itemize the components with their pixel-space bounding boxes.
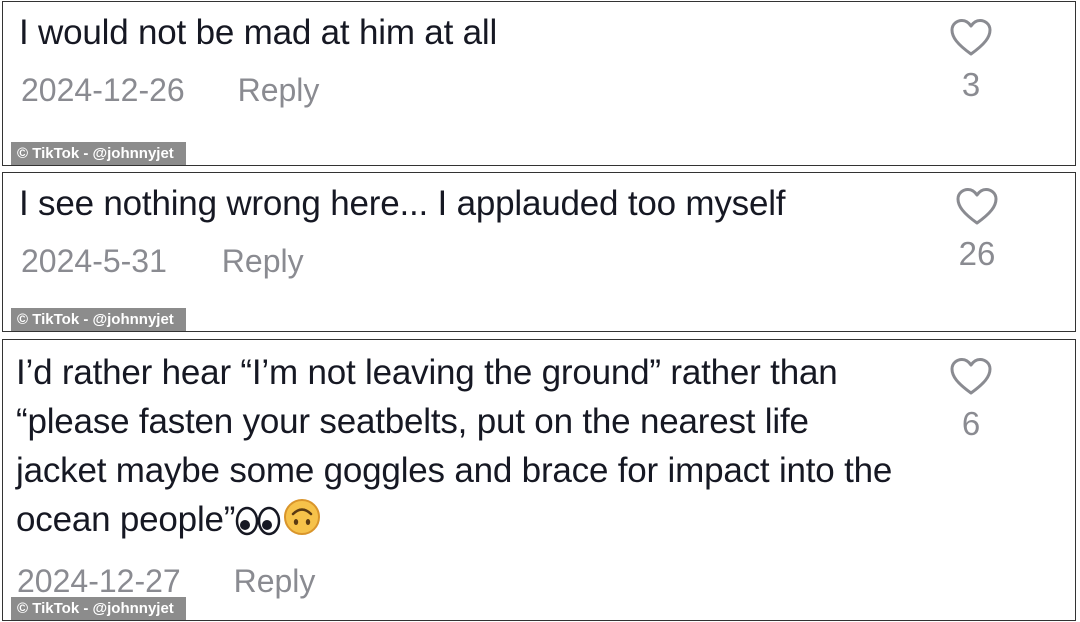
like-button[interactable]: 6 [941,357,1001,443]
comment-text: I’d rather hear “I’m not leaving the gro… [16,353,893,539]
reply-button[interactable]: Reply [234,563,316,600]
comment-text-block: I’d rather hear “I’m not leaving the gro… [16,348,905,550]
watermark: © TikTok - @johnnyjet [11,142,186,165]
heart-outline-icon [950,19,992,56]
reply-button[interactable]: Reply [238,72,320,109]
like-button[interactable]: 26 [947,187,1007,273]
comment-meta: 2024-12-26 Reply [21,72,319,109]
heart-outline-icon [956,188,998,225]
comment-card: I’d rather hear “I’m not leaving the gro… [2,339,1076,621]
watermark: © TikTok - @johnnyjet [11,597,186,620]
comment-date: 2024-5-31 [21,243,167,279]
watermark: © TikTok - @johnnyjet [11,308,186,331]
like-count: 6 [961,405,981,442]
reply-button[interactable]: Reply [222,243,304,280]
heart-outline-icon [950,358,992,395]
comment-meta: 2024-5-31 Reply [21,243,304,280]
like-count: 26 [958,235,996,272]
comment-card: I would not be mad at him at all 2024-12… [2,1,1076,166]
comment-text: I see nothing wrong here... I applauded … [19,184,786,223]
comment-meta: 2024-12-27 Reply [17,563,315,600]
comment-date: 2024-12-26 [21,72,185,108]
comment-date: 2024-12-27 [17,563,181,599]
like-count: 3 [961,66,981,103]
upside-down-face-emoji [281,497,323,550]
comment-card: I see nothing wrong here... I applauded … [2,172,1076,332]
comment-text: I would not be mad at him at all [19,13,498,52]
eyes-emoji [235,501,281,550]
like-button[interactable]: 3 [941,18,1001,104]
